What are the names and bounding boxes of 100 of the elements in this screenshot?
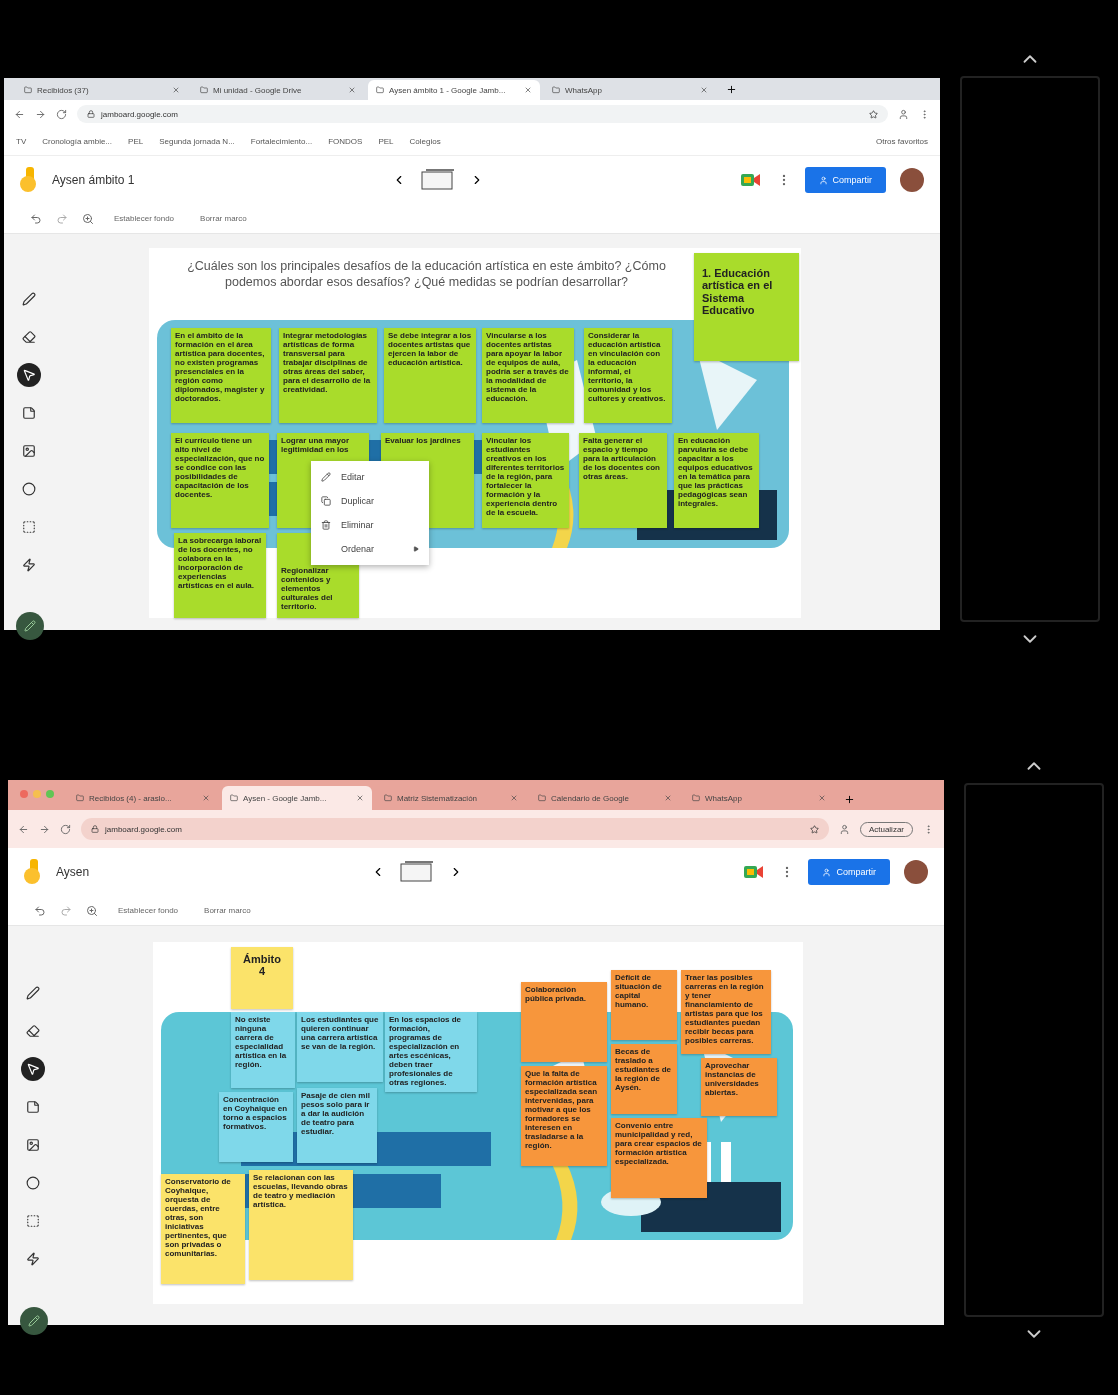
- sticky-note[interactable]: Vincular los estudiantes creativos en los diferentes territorios de la región, para fortalecer la formación y la experiencia dentro de la escuela.: [482, 433, 569, 528]
- bookmark[interactable]: Colegios: [409, 137, 441, 146]
- sticky-note[interactable]: Traer las posibles carreras en la región y tener financiamiento de artistas para que los estudiantes puedan recibir becas para posibles carreras.: [681, 970, 771, 1054]
- sticky-note[interactable]: Aprovechar instancias de universidades abiertas.: [701, 1058, 777, 1116]
- sticky-note[interactable]: En los espacios de formación, programas de especialización en artes escénicas, deben traer profesionales de otras regiones.: [385, 1012, 477, 1092]
- bookmark[interactable]: Segunda jornada N...: [159, 137, 235, 146]
- undo-icon[interactable]: [30, 212, 42, 225]
- bookmark[interactable]: Otros favoritos: [876, 137, 928, 146]
- sticky-note[interactable]: Se relacionan con las escuelas, llevando obras de teatro y mediación artística.: [249, 1170, 353, 1280]
- toolbar-action[interactable]: Borrar marco: [198, 906, 257, 915]
- bookmark[interactable]: FONDOS: [328, 137, 363, 146]
- address-field[interactable]: jamboard.google.com: [77, 105, 888, 123]
- browser-tab[interactable]: Mi unidad - Google Drive: [192, 80, 364, 100]
- pen-fab-button[interactable]: [20, 1307, 48, 1335]
- close-icon[interactable]: [348, 86, 356, 94]
- sticky-note[interactable]: Vincularse a los docentes artistas para apoyar la labor de equipos de aula, podría ser a través de la modalidad de sistema de la educación.: [482, 328, 574, 423]
- close-icon[interactable]: [202, 794, 210, 802]
- browser-tab[interactable]: Calendario de Google: [530, 786, 680, 810]
- bookmark[interactable]: PEL: [378, 137, 394, 146]
- profile-icon[interactable]: [898, 108, 909, 120]
- toolbar-action[interactable]: Establecer fondo: [108, 214, 181, 223]
- bookmark[interactable]: Fortalecimiento...: [250, 137, 313, 146]
- forward-icon[interactable]: [35, 108, 46, 120]
- sticky-note[interactable]: En educación parvularia se debe capacitar a los equipos educativos en la temática para que las prácticas pedagógicas sean integrales.: [674, 433, 759, 528]
- close-icon[interactable]: [664, 794, 672, 802]
- pen-icon: [24, 620, 36, 632]
- sticky-note[interactable]: Becas de traslado a estudiantes de la región de Aysén.: [611, 1044, 677, 1114]
- toolbar-action[interactable]: Borrar marco: [194, 214, 253, 223]
- close-icon[interactable]: [818, 794, 826, 802]
- video-call-icon[interactable]: [740, 173, 763, 187]
- zoom-icon[interactable]: [82, 212, 94, 225]
- heading-note[interactable]: 1. Educación artística en el Sistema Educativo: [694, 253, 799, 361]
- question-text: ¿Cuáles son los principales desafíos de la educación artística en este ámbito? ¿Cómo podemos abordar esos desafíos? ¿Qué medidas se podrían desarrollar?: [186, 258, 667, 291]
- frame-bar-icon[interactable]: [419, 168, 456, 192]
- board-title[interactable]: Aysen ámbito 1: [52, 173, 135, 187]
- circle-icon: [26, 1175, 40, 1190]
- sticky-note[interactable]: Concentración en Coyhaique en torno a espacios formativos.: [219, 1092, 293, 1162]
- star-icon[interactable]: [869, 109, 878, 119]
- new-tab-icon[interactable]: [844, 794, 855, 805]
- sticky-note[interactable]: En el ámbito de la formación en el área artística para docentes, no existen programas presenciales en la región como diplomados, magister y doctorados.: [171, 328, 271, 423]
- back-icon[interactable]: [18, 823, 29, 835]
- lock-icon: [91, 825, 99, 833]
- pencil-icon: [321, 472, 331, 482]
- sticky-note[interactable]: Que la falta de formación artística especializada sean intervenidas, para motivar a que los formadores se interesen en trasladarse a la región.: [521, 1066, 607, 1166]
- sticky-note[interactable]: Los estudiantes que quieren continuar una carrera artística se van de la región.: [297, 1012, 383, 1082]
- reload-icon[interactable]: [60, 823, 71, 835]
- star-icon[interactable]: [809, 824, 819, 834]
- text-box-icon: [26, 1213, 40, 1228]
- sticky-note[interactable]: Considerar la educación artística en vinculación con la educación informal, el territorio, la comunidad y los cultores y creativos.: [584, 328, 672, 423]
- tab-favicon-icon: [76, 794, 84, 802]
- sticky-note[interactable]: Colaboración pública privada.: [521, 982, 607, 1062]
- board-title[interactable]: Aysen: [56, 865, 90, 879]
- new-tab-icon[interactable]: [726, 84, 737, 95]
- close-icon[interactable]: [700, 86, 708, 94]
- browser-tab[interactable]: Aysen - Google Jamb...: [222, 786, 372, 810]
- pen-fab-button[interactable]: [16, 612, 44, 640]
- sticky-note[interactable]: Pasaje de cien mil pesos solo para ir a dar la audición de teatro para estudiar.: [297, 1088, 377, 1163]
- reload-icon[interactable]: [56, 108, 67, 120]
- jamboard-logo-icon: [24, 859, 42, 885]
- close-icon[interactable]: [510, 794, 518, 802]
- browser-tab[interactable]: Recibidos (37): [16, 80, 188, 100]
- jamboard-logo-icon: [20, 167, 38, 193]
- tool-button[interactable]: [17, 363, 41, 387]
- tool-button[interactable]: [21, 1056, 45, 1081]
- browser-tab[interactable]: WhatsApp: [684, 786, 834, 810]
- heading-note[interactable]: Ámbito 4: [231, 947, 293, 1009]
- sticky-note[interactable]: Convenio entre municipalidad y red, para crear espacios de formación artística especializada.: [611, 1118, 707, 1198]
- share-button[interactable]: Compartir: [804, 167, 886, 193]
- pen-icon: [22, 292, 36, 306]
- sticky-note[interactable]: Déficit de situación de capital humano.: [611, 970, 677, 1040]
- forward-icon[interactable]: [39, 823, 50, 835]
- zoom-icon[interactable]: [86, 904, 98, 917]
- sticky-note[interactable]: La sobrecarga laboral de los docentes, no colabora en la incorporación de experiencias artísticas en el aula.: [174, 533, 266, 618]
- toolbar-action[interactable]: Establecer fondo: [112, 906, 185, 915]
- sticky-note[interactable]: El currículo tiene un alto nivel de especialización, que no se condice con las posibilidades de capacitación de los docentes.: [171, 433, 269, 528]
- browser-tab[interactable]: Aysen ámbito 1 - Google Jamb...: [368, 80, 540, 100]
- address-field[interactable]: jamboard.google.com: [81, 818, 829, 840]
- sticky-note[interactable]: No existe ninguna carrera de especialidad artística en la región.: [231, 1012, 295, 1088]
- browser-tab[interactable]: Matriz Sistematización: [376, 786, 526, 810]
- bookmark[interactable]: Cronología ambie...: [42, 137, 113, 146]
- sticky-note[interactable]: Conservatorio de Coyhaique, orquesta de cuerdas, entre otras, son iniciativas pertinentes, que son privadas o comunitarias.: [161, 1174, 245, 1284]
- close-icon[interactable]: [524, 86, 532, 94]
- copy-icon: [321, 496, 331, 506]
- avatar[interactable]: [900, 168, 924, 192]
- profile-icon[interactable]: [838, 823, 850, 835]
- sticky-note[interactable]: Integrar metodologías artísticas de forma transversal para trabajar disciplinas de otras áreas del saber, para el desarrollo de la creatividad.: [279, 328, 377, 423]
- back-icon[interactable]: [14, 108, 25, 120]
- sticky-note-icon: [26, 1099, 40, 1114]
- sticky-note[interactable]: Se debe integrar a los docentes artistas que ejercen la labor de educación artística.: [384, 328, 476, 423]
- browser-tab[interactable]: WhatsApp: [544, 80, 716, 100]
- sticky-note[interactable]: Falta generar el espacio y tiempo para la articulación de los docentes con otras áreas.: [579, 433, 667, 528]
- bookmark[interactable]: TV: [16, 137, 27, 146]
- undo-icon[interactable]: [34, 904, 46, 917]
- close-icon[interactable]: [356, 794, 364, 802]
- frame-bar-icon[interactable]: [398, 860, 435, 884]
- share-button[interactable]: Compartir: [808, 859, 890, 885]
- bookmark[interactable]: PEL: [128, 137, 144, 146]
- browser-tab[interactable]: Recibidos (4) - araslo...: [68, 786, 218, 810]
- close-icon[interactable]: [172, 86, 180, 94]
- avatar[interactable]: [904, 860, 928, 884]
